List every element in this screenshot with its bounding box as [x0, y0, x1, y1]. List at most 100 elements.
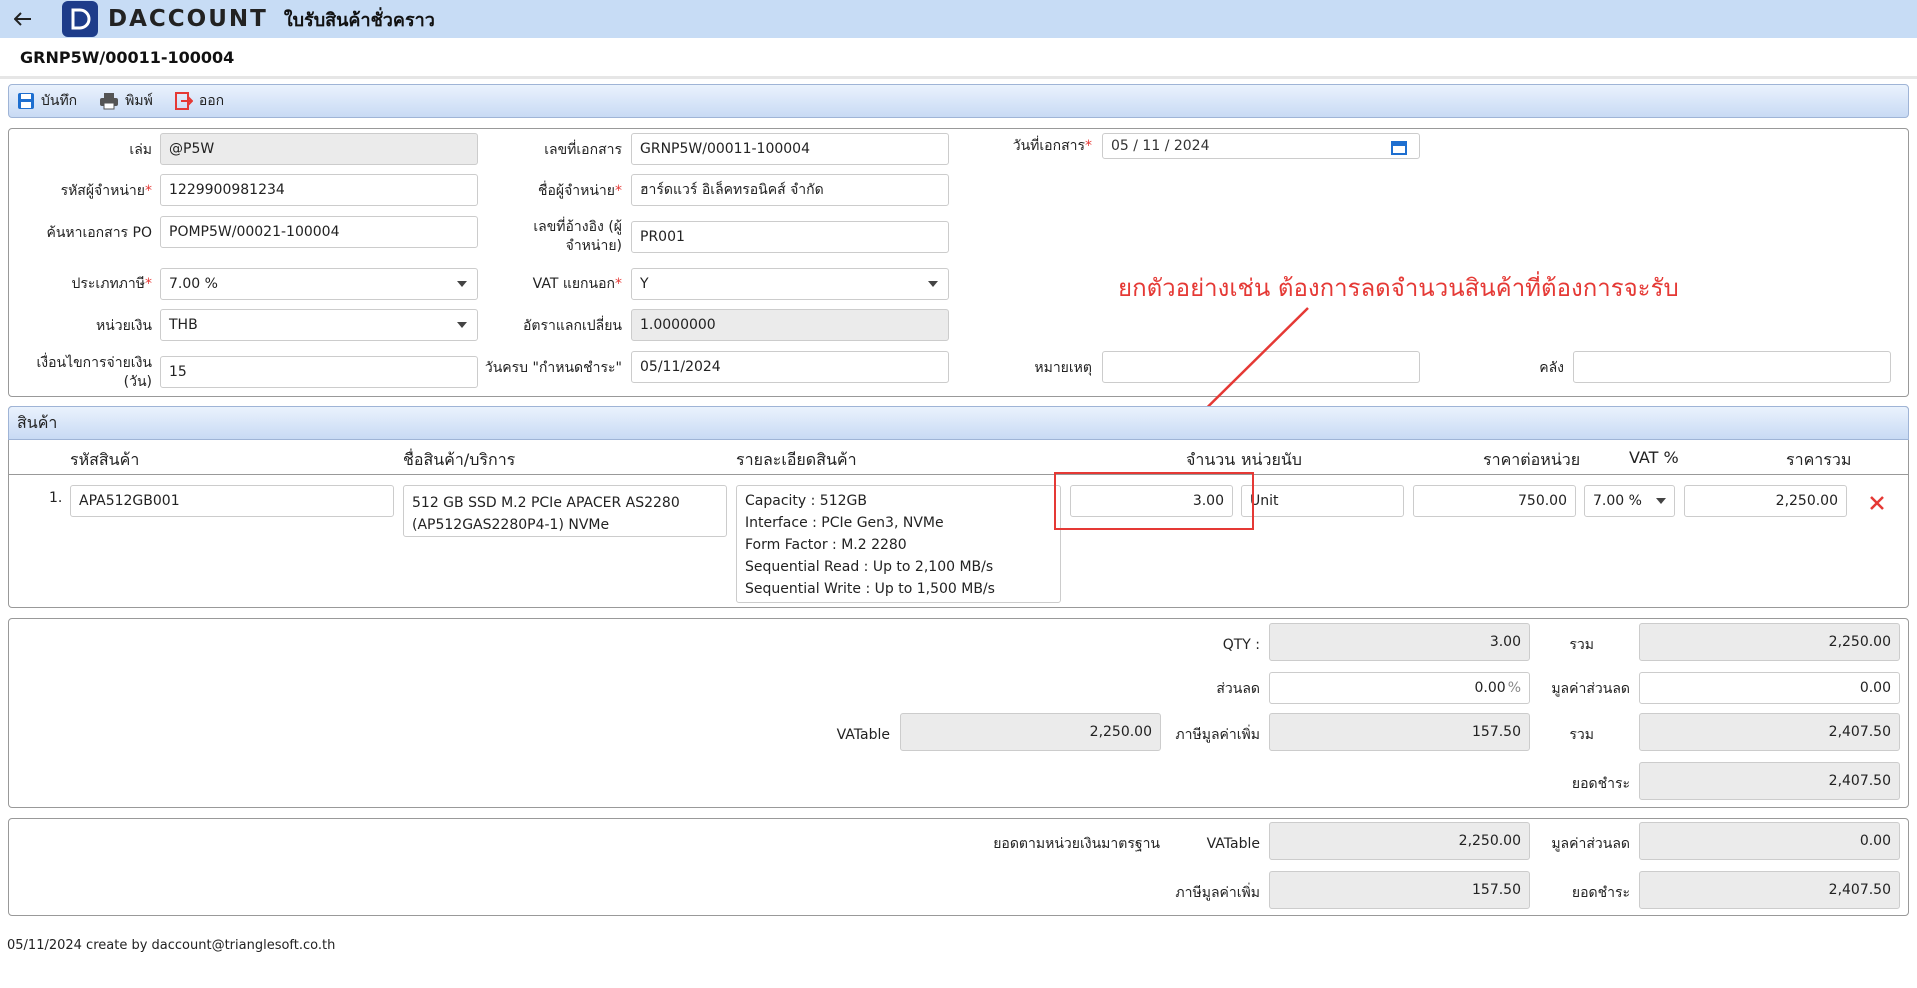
document-number: GRNP5W/00011-100004	[20, 48, 235, 67]
due-date-label: วันครบ "กำหนดชำระ"	[484, 360, 622, 376]
doc-date-label: วันที่เอกสาร*	[1012, 138, 1092, 154]
vendor-code-label: รหัสผู้จำหน่าย*	[60, 183, 152, 199]
vendor-name-field[interactable]: ฮาร์ดแวร์ อิเล็คทรอนิคส์ จำกัด	[631, 174, 949, 206]
unit-price-field[interactable]: 750.00	[1413, 485, 1576, 517]
po-search-field[interactable]: POMP5W/00021-100004	[160, 216, 478, 248]
vat-select[interactable]: 7.00 %	[1584, 485, 1675, 517]
percent-unit: %	[1507, 680, 1521, 696]
exchange-rate-label: อัตราแลกเปลี่ยน	[523, 318, 622, 334]
grand-total-field: 2,407.50	[1639, 713, 1900, 751]
print-label: พิมพ์	[125, 93, 153, 109]
printer-icon	[100, 93, 119, 110]
tax-type-select[interactable]: 7.00 %	[160, 268, 478, 300]
vendor-code-field[interactable]: 1229900981234	[160, 174, 478, 206]
book-label: เล่ม	[129, 142, 152, 158]
products-section-header: สินค้า	[8, 406, 1909, 440]
subtotal-field: 2,250.00	[1639, 623, 1900, 661]
delete-row-icon[interactable]	[1869, 495, 1885, 511]
vatable-label: VATable	[836, 727, 890, 743]
exit-label: ออก	[198, 93, 225, 109]
col-head-price: ราคาต่อหน่วย	[1483, 450, 1581, 469]
save-button[interactable]: บันทึก	[17, 90, 77, 112]
col-head-detail: รายละเอียดสินค้า	[736, 450, 857, 469]
arrow-left-icon	[14, 12, 31, 26]
discount-amount-label: มูลค่าส่วนลด	[1551, 681, 1630, 697]
remark-label: หมายเหตุ	[1034, 360, 1092, 376]
doc-no-field[interactable]: GRNP5W/00011-100004	[631, 133, 949, 165]
detail-line: Form Factor : M.2 2280	[745, 537, 907, 553]
vatable-field: 2,250.00	[900, 713, 1161, 751]
due-date-field[interactable]: 05/11/2024	[631, 351, 949, 383]
floppy-disk-icon	[18, 93, 34, 109]
discount-field[interactable]: 0.00%	[1269, 672, 1530, 704]
toolbar: บันทึก พิมพ์ ออก	[8, 84, 1909, 118]
base-vat-label: ภาษีมูลค่าเพิ่ม	[1175, 885, 1260, 901]
page-title: ใบรับสินค้าชั่วคราว	[283, 9, 435, 31]
base-vat-field: 157.50	[1269, 871, 1530, 909]
divider	[0, 76, 1917, 79]
highlight-box	[1054, 472, 1254, 530]
tax-type-label: ประเภทภาษี*	[71, 276, 153, 292]
discount-label: ส่วนลด	[1216, 681, 1260, 697]
base-payment-label: ยอดชำระ	[1571, 885, 1630, 901]
base-discount-field: 0.00	[1639, 822, 1900, 860]
product-code-field[interactable]: APA512GB001	[70, 485, 394, 517]
book-field: @P5W	[160, 133, 478, 165]
base-vatable-label: VATable	[1206, 836, 1260, 852]
payment-amount-label: ยอดชำระ	[1571, 776, 1630, 792]
detail-line: Sequential Read : Up to 2,100 MB/s	[745, 559, 994, 575]
line-total-field[interactable]: 2,250.00	[1684, 485, 1847, 517]
payment-amount-field: 2,407.50	[1639, 762, 1900, 800]
product-detail-field[interactable]: Capacity : 512GB Interface : PCIe Gen3, …	[736, 485, 1061, 603]
base-vatable-field: 2,250.00	[1269, 822, 1530, 860]
vendor-name-label: ชื่อผู้จำหน่าย*	[537, 183, 622, 199]
row-number: 1.	[49, 490, 63, 506]
exit-icon	[174, 92, 193, 110]
vat-separate-select[interactable]: Y	[631, 268, 949, 300]
logo-badge-icon	[62, 1, 98, 37]
exit-button[interactable]: ออก	[174, 90, 225, 112]
payment-terms-field[interactable]: 15	[160, 356, 478, 388]
subtotal-label: รวม	[1569, 637, 1594, 653]
unit-field[interactable]: Unit	[1241, 485, 1404, 517]
product-name-field[interactable]: 512 GB SSD M.2 PCIe APACER AS2280 (AP512…	[403, 485, 727, 537]
grand-total-label: รวม	[1569, 727, 1594, 743]
doc-date-field[interactable]: 05 / 11 / 2024	[1102, 133, 1420, 159]
logo: DACCOUNT	[62, 1, 268, 37]
save-label: บันทึก	[41, 93, 78, 109]
col-head-code: รหัสสินค้า	[70, 450, 140, 469]
discount-amount-field[interactable]: 0.00	[1639, 672, 1900, 704]
vat-amount-field: 157.50	[1269, 713, 1530, 751]
warehouse-field[interactable]	[1573, 351, 1891, 383]
doc-no-label: เลขที่เอกสาร	[544, 142, 622, 158]
divider	[8, 474, 1909, 475]
detail-line: Interface : PCIe Gen3, NVMe	[745, 515, 944, 531]
warehouse-label: คลัง	[1539, 360, 1564, 376]
back-button[interactable]	[0, 0, 46, 38]
base-payment-field: 2,407.50	[1639, 871, 1900, 909]
product-name-line: 512 GB SSD M.2 PCIe APACER AS2280	[412, 495, 680, 511]
detail-line: Capacity : 512GB	[745, 493, 867, 509]
detail-line: Sequential Write : Up to 1,500 MB/s	[745, 581, 995, 597]
product-name-line: (AP512GAS2280P4-1) NVMe	[412, 517, 610, 533]
chevron-down-icon	[457, 322, 467, 328]
calendar-icon[interactable]	[1391, 139, 1407, 155]
ref-no-field[interactable]: PR001	[631, 221, 949, 253]
po-search-label: ค้นหาเอกสาร PO	[46, 225, 152, 241]
ref-no-label: เลขที่อ้างอิง (ผู้ จำหน่าย)	[533, 219, 622, 254]
footer-note: 05/11/2024 create by daccount@triangleso…	[7, 938, 336, 953]
vat-separate-label: VAT แยกนอก*	[532, 276, 622, 292]
col-head-unit: หน่วยนับ	[1241, 450, 1302, 469]
chevron-down-icon	[1656, 498, 1666, 504]
qty-total-label: QTY :	[1222, 637, 1260, 653]
currency-label: หน่วยเงิน	[95, 318, 152, 334]
col-head-name: ชื่อสินค้า/บริการ	[403, 450, 516, 469]
vat-amount-label: ภาษีมูลค่าเพิ่ม	[1175, 727, 1260, 743]
col-head-qty: จำนวน	[1186, 450, 1236, 469]
exchange-rate-field: 1.0000000	[631, 309, 949, 341]
base-currency-title: ยอดตามหน่วยเงินมาตรฐาน	[993, 836, 1160, 852]
currency-select[interactable]: THB	[160, 309, 478, 341]
base-discount-label: มูลค่าส่วนลด	[1551, 836, 1630, 852]
qty-total-field: 3.00	[1269, 623, 1530, 661]
print-button[interactable]: พิมพ์	[99, 90, 153, 112]
